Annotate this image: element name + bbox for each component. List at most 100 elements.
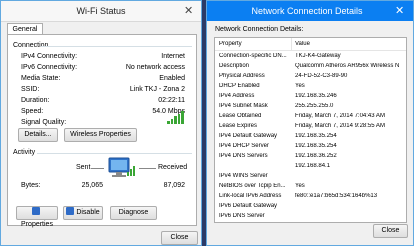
connection-row-value: Link TKJ - Zona 2 [129,86,185,93]
list-item[interactable]: IPv4 WINS Server [215,172,406,182]
column-divider[interactable] [291,38,292,50]
property-cell: IPv4 Address [219,93,255,99]
close-icon[interactable]: ✕ [184,4,193,17]
list-item[interactable]: IPv4 Subnet Mask 255.255.255.0 [215,102,406,112]
details-button[interactable]: Details... [18,128,58,142]
property-cell: Physical Address [219,73,265,79]
list-item[interactable]: NetBIOS over Tcpip En... Yes [215,182,406,192]
bytes-received-value: 87,092 [163,182,185,189]
column-header-property[interactable]: Property [219,41,242,47]
value-cell: 255.255.255.0 [295,103,334,109]
sent-label: Sent [76,164,91,171]
connection-row-label: Media State: [21,75,61,82]
received-line [139,168,156,169]
list-header: Property Value [215,38,406,51]
property-cell: IPv4 WINS Server [219,173,268,179]
details-list-view[interactable]: Property Value Connection-specific DN...… [214,37,407,223]
list-item[interactable]: IPv4 DHCP Server 192.168.35.254 [215,142,406,152]
connection-row-label: SSID: [21,86,40,93]
close-button[interactable]: Close [161,231,198,245]
value-cell: TKJ-K4-Gateway [295,53,341,59]
property-cell: IPv6 DNS Server [219,213,265,219]
disable-button-label: Disable [76,209,100,216]
property-cell: Lease Expires [219,123,258,129]
signal-bar [177,113,180,124]
list-item[interactable]: IPv6 Default Gateway [215,202,406,212]
value-cell: Friday, March 7, 2014 9:28:55 AM [295,123,385,129]
properties-button[interactable]: Properties [16,206,58,228]
connection-row-value: Internet [161,53,185,60]
network-details-window: Network Connection Details ✕ Network Con… [206,0,414,246]
title-bar[interactable]: Network Connection Details ✕ [207,1,413,21]
list-item[interactable]: IPv4 Address 192.168.35.246 [215,92,406,102]
property-cell: IPv4 DNS Servers [219,153,268,159]
connection-row-label: Duration: [21,97,50,104]
shield-icon [66,207,75,215]
property-cell: IPv4 Default Gateway [219,133,278,139]
disable-button[interactable]: Disable [63,206,103,220]
signal-strength-icon [167,110,185,124]
details-header-label: Network Connection Details: [215,26,304,33]
value-cell: Yes [295,83,305,89]
wireless-properties-button[interactable]: Wireless Properties [64,128,137,142]
property-cell: Lease Obtained [219,113,262,119]
received-label: Received [158,164,188,171]
close-icon[interactable]: ✕ [395,4,404,17]
signal-bar [167,121,170,124]
column-header-value[interactable]: Value [295,41,310,47]
list-item[interactable]: Connection-specific DN... TKJ-K4-Gateway [215,52,406,62]
connection-row-value: No network access [125,64,185,71]
list-item[interactable]: IPv4 DNS Servers 192.168.36.252 [215,152,406,162]
bytes-sent-value: 25,065 [81,182,103,189]
property-cell: IPv6 Default Gateway [219,203,278,209]
value-cell: Qualcomm Atheros AR956x Wireless N [295,63,400,69]
shield-icon [32,207,40,215]
signal-quality-label: Signal Quality: [21,119,67,126]
property-cell: IPv4 Subnet Mask [219,103,268,109]
signal-bar [174,116,177,124]
section-divider [37,153,192,154]
value-cell: fe80::e1a7:b65d:534:164b%13 [295,193,378,199]
property-cell: IPv4 DHCP Server [219,143,269,149]
list-item[interactable]: Physical Address 24-FD-52-C3-89-90 [215,72,406,82]
bytes-label: Bytes: [21,182,41,189]
title-bar[interactable]: Wi-Fi Status ✕ [1,1,201,22]
signal-bar [170,118,173,124]
value-cell: 192.168.35.246 [295,93,337,99]
connection-row-value: Enabled [159,75,185,82]
section-divider [41,46,192,47]
list-item[interactable]: Lease Obtained Friday, March 7, 2014 7:04… [215,112,406,122]
window-title: Wi-Fi Status [76,6,126,16]
connection-row-label: IPv4 Connectivity: [21,53,78,60]
window-title: Network Connection Details [251,6,363,16]
network-activity-icon [107,156,137,184]
list-item[interactable]: IPv6 DNS Server [215,212,406,222]
connection-row-label: Speed: [21,108,44,115]
value-cell: 192.168.84.1 [295,163,331,169]
close-button[interactable]: Close [373,224,408,238]
sent-line [91,168,104,169]
list-item[interactable]: Description Qualcomm Atheros AR956x Wirel… [215,62,406,72]
property-cell: Link-local IPv6 Address [219,193,282,199]
connection-row-label: IPv6 Connectivity: [21,64,78,71]
list-item[interactable]: 192.168.84.1 [215,162,406,172]
property-cell: Connection-specific DN... [219,53,287,59]
signal-bar [181,111,184,124]
list-item[interactable]: Link-local IPv6 Address fe80::e1a7:b65d:5… [215,192,406,202]
value-cell: 24-FD-52-C3-89-90 [295,73,348,79]
list-item[interactable]: Lease Expires Friday, March 7, 2014 9:28:… [215,122,406,132]
properties-button-label: Properties [21,221,53,228]
property-cell: Description [219,63,250,69]
activity-section-label: Activity [13,149,36,156]
connection-row-value: 02:22:11 [158,97,185,104]
wifi-status-window: Wi-Fi Status ✕ General Connection IPv4 C… [0,0,202,246]
value-cell: 192.168.36.252 [295,153,337,159]
property-cell: DHCP Enabled [219,83,260,89]
value-cell: 192.168.35.254 [295,133,337,139]
list-item[interactable]: IPv4 Default Gateway 192.168.35.254 [215,132,406,142]
diagnose-button[interactable]: Diagnose [110,206,157,220]
list-item[interactable]: DHCP Enabled Yes [215,82,406,92]
value-cell: Friday, March 7, 2014 7:04:43 AM [295,113,385,119]
value-cell: Yes [295,183,305,189]
value-cell: 192.168.35.254 [295,143,337,149]
